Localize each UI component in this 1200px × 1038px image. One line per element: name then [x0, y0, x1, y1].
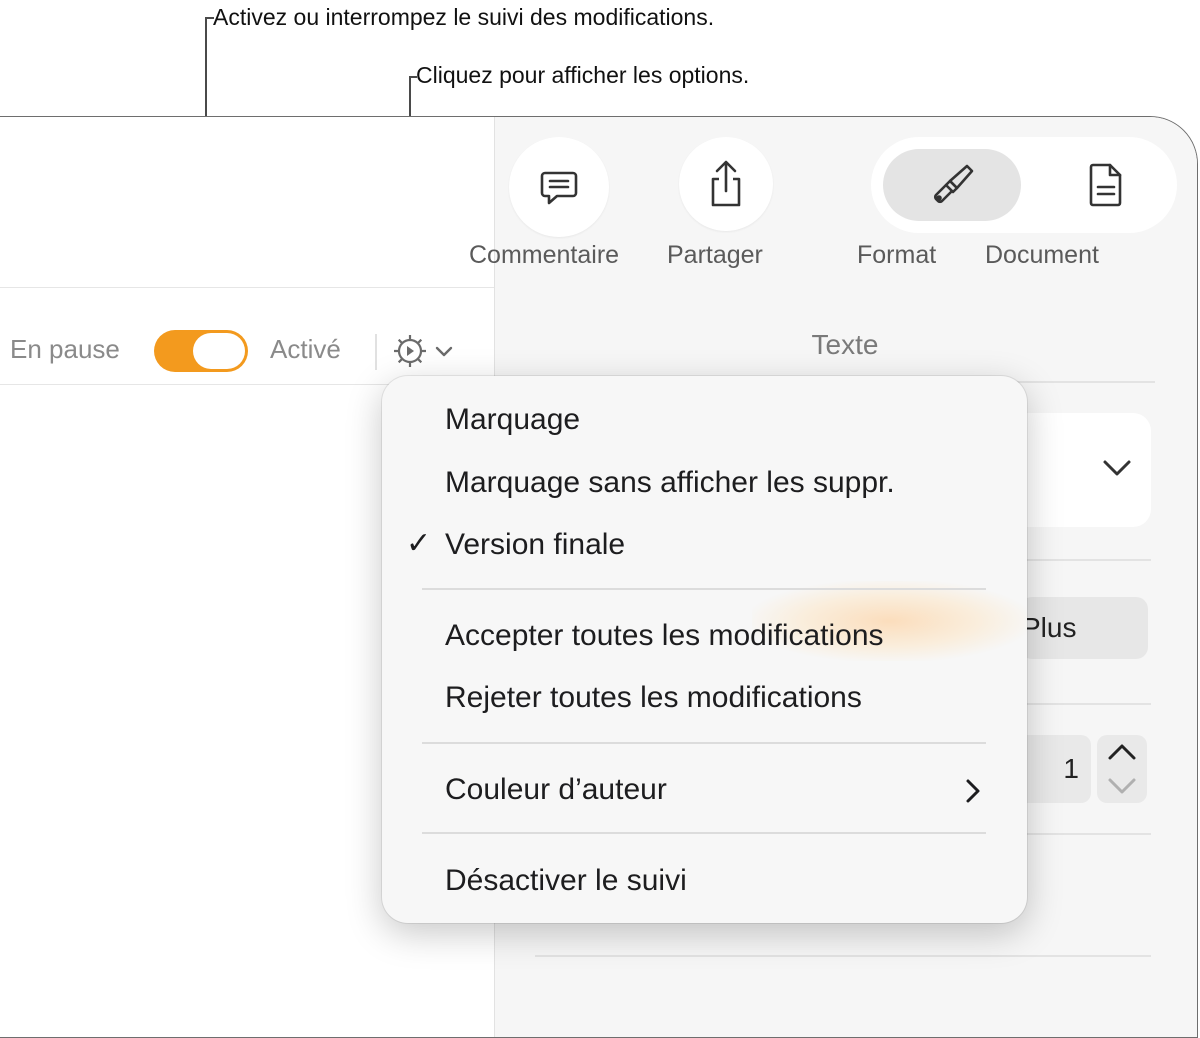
menu-item-final[interactable]: Version finale	[445, 528, 625, 562]
callout-options: Cliquez pour afficher les options.	[416, 62, 750, 88]
format-tab[interactable]	[883, 149, 1021, 221]
inspector-segmented-control	[871, 137, 1177, 233]
document-icon	[1089, 163, 1122, 207]
chevron-down-icon	[435, 346, 453, 357]
menu-item-turn-off-tracking[interactable]: Désactiver le suivi	[445, 864, 687, 898]
comment-label: Commentaire	[469, 241, 620, 269]
paused-label: En pause	[10, 334, 120, 364]
chevron-up-icon[interactable]	[1107, 743, 1137, 761]
menu-item-markup-without-deletions[interactable]: Marquage sans afficher les suppr.	[445, 466, 895, 500]
track-changes-bar: En pause Activé	[0, 287, 494, 385]
tracking-options-button[interactable]	[391, 332, 459, 372]
callout-line-options-tick	[409, 76, 417, 78]
menu-item-author-color[interactable]: Couleur d’auteur	[445, 773, 667, 807]
menu-item-reject-all[interactable]: Rejeter toutes les modifications	[445, 681, 862, 715]
share-icon	[711, 160, 741, 207]
section-divider	[535, 955, 1151, 957]
document-label: Document	[985, 241, 1099, 269]
tracking-options-menu: Marquage Marquage sans afficher les supp…	[382, 376, 1027, 923]
tracking-toggle[interactable]	[154, 330, 248, 372]
comment-button[interactable]	[509, 137, 609, 237]
active-label: Activé	[270, 334, 341, 364]
menu-item-accept-all[interactable]: Accepter toutes les modifications	[445, 619, 884, 653]
share-label: Partager	[667, 241, 763, 269]
toggle-knob	[193, 333, 245, 369]
share-button[interactable]	[679, 137, 773, 231]
menu-separator	[422, 742, 986, 744]
comment-icon	[540, 171, 578, 205]
panel-title: Texte	[811, 329, 879, 360]
stepper-value: 1	[1063, 753, 1079, 784]
callout-line-toggle-tick	[205, 17, 214, 19]
more-button-label: Plus	[1022, 612, 1077, 643]
chevron-right-icon	[966, 779, 980, 803]
document-tab[interactable]	[1051, 149, 1161, 221]
gear-icon	[394, 335, 426, 367]
format-label: Format	[857, 241, 937, 269]
menu-separator	[422, 832, 986, 834]
chevron-down-icon[interactable]	[1107, 777, 1137, 795]
checkmark-icon: ✓	[406, 527, 432, 560]
callout-tracking-toggle: Activez ou interrompez le suivi des modi…	[213, 4, 715, 30]
chevron-down-icon	[1103, 460, 1131, 476]
paintbrush-icon	[933, 164, 974, 204]
value-stepper[interactable]	[1097, 735, 1147, 803]
menu-separator	[422, 588, 986, 590]
menu-item-markup[interactable]: Marquage	[445, 403, 580, 437]
more-button[interactable]: Plus	[1020, 597, 1148, 659]
toolbar-divider	[375, 334, 377, 370]
